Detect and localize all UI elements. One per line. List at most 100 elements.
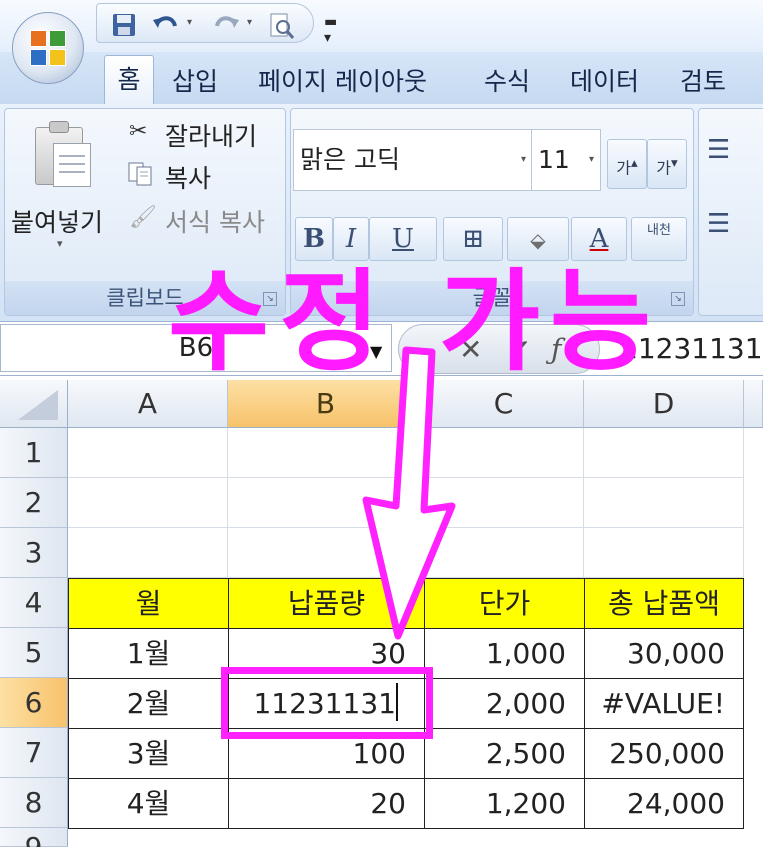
tab-review[interactable]: 검토 xyxy=(680,64,726,104)
customize-qat-icon[interactable]: ▬ ▾ xyxy=(324,14,337,46)
font-name-dropdown-icon: ▾ xyxy=(520,154,526,165)
table-cell[interactable]: 4월 xyxy=(68,778,229,829)
cancel-icon[interactable]: ✕ xyxy=(459,333,482,366)
copy-button[interactable]: 복사 xyxy=(165,159,211,195)
undo-icon[interactable] xyxy=(151,12,179,36)
tab-formulas[interactable]: 수식 xyxy=(484,64,530,104)
italic-button[interactable]: I xyxy=(333,217,369,261)
text-cursor xyxy=(396,683,398,721)
row-header-4[interactable]: 4 xyxy=(0,578,68,628)
insert-function-icon[interactable]: ƒ xyxy=(551,333,561,366)
row-header-3[interactable]: 3 xyxy=(0,528,68,578)
row-header-8[interactable]: 8 xyxy=(0,778,68,828)
table-cell[interactable]: 2,500 xyxy=(424,728,585,779)
column-header-c[interactable]: C xyxy=(424,380,584,428)
cell-d1[interactable] xyxy=(584,428,744,478)
qat-pill: ▾ ▾ xyxy=(96,3,314,43)
paste-dropdown-icon[interactable]: ▾ xyxy=(57,237,63,250)
save-icon[interactable] xyxy=(111,12,137,36)
office-button[interactable] xyxy=(12,12,84,84)
tab-home[interactable]: 홈 xyxy=(104,55,154,104)
clipboard-launcher-icon[interactable]: ↘ xyxy=(263,292,277,306)
underline-button[interactable]: U xyxy=(369,217,437,261)
formula-buttons: ✕ ✔ ƒ xyxy=(398,324,600,374)
font-size-dropdown-icon: ▾ xyxy=(588,154,594,165)
clipboard-group-label: 클립보드 xyxy=(5,281,285,315)
bold-button[interactable]: B xyxy=(295,217,333,261)
font-color-button[interactable]: A xyxy=(571,217,627,261)
paste-button[interactable]: 붙여넣기 xyxy=(11,203,103,239)
cell-d3[interactable] xyxy=(584,528,744,578)
column-header-b[interactable]: B xyxy=(228,380,424,428)
cell-a1[interactable] xyxy=(68,428,228,478)
table-cell[interactable]: 1,200 xyxy=(424,778,585,829)
table-cell[interactable]: 1,000 xyxy=(424,628,585,679)
shrink-font-button[interactable]: 가▾ xyxy=(647,139,687,189)
alignment-group: ☰ ☰ xyxy=(698,108,763,316)
table-cell[interactable]: 2,000 xyxy=(424,678,585,729)
table-cell[interactable]: 30 xyxy=(228,628,425,679)
column-header-e[interactable] xyxy=(744,380,763,428)
table-cell[interactable]: 100 xyxy=(228,728,425,779)
cell-a3[interactable] xyxy=(68,528,228,578)
table-cell[interactable]: 3월 xyxy=(68,728,229,779)
enter-icon[interactable]: ✔ xyxy=(507,333,530,366)
table-cell[interactable]: 250,000 xyxy=(584,728,744,779)
grow-font-label: 가 xyxy=(616,158,632,178)
table-cell[interactable]: 24,000 xyxy=(584,778,744,829)
phonetic-button[interactable]: 내천 xyxy=(631,217,687,261)
column-header-d[interactable]: D xyxy=(584,380,744,428)
cell-b1[interactable] xyxy=(228,428,424,478)
format-painter-button[interactable]: 서식 복사 xyxy=(165,203,265,239)
table-cell[interactable]: 30,000 xyxy=(584,628,744,679)
header-cell-quantity[interactable]: 납품량 xyxy=(228,578,425,629)
print-preview-icon[interactable] xyxy=(267,12,295,39)
cell-c3[interactable] xyxy=(424,528,584,578)
phonetic-label: 내천 xyxy=(647,223,671,238)
header-cell-total[interactable]: 총 납품액 xyxy=(584,578,744,629)
font-name-select[interactable]: 맑은 고딕 ▾ xyxy=(293,129,533,191)
row-header-9[interactable]: 9 xyxy=(0,828,68,847)
cell-b2[interactable] xyxy=(228,478,424,528)
row-header-6[interactable]: 6 xyxy=(0,678,68,728)
name-box-dropdown-icon[interactable]: ▼ xyxy=(370,342,382,361)
row-header-5[interactable]: 5 xyxy=(0,628,68,678)
header-cell-month[interactable]: 월 xyxy=(68,578,229,629)
redo-dropdown-icon[interactable]: ▾ xyxy=(247,17,252,28)
table-cell[interactable]: 1월 xyxy=(68,628,229,679)
formula-input[interactable]: 11231131 xyxy=(604,322,763,376)
name-box[interactable]: B6 xyxy=(0,324,392,372)
paste-icon[interactable] xyxy=(35,121,93,187)
cell-c1[interactable] xyxy=(424,428,584,478)
cut-button[interactable]: 잘라내기 xyxy=(165,117,257,153)
ribbon: 붙여넣기 ▾ ✂ 잘라내기 복사 🖌 서식 복사 클립보드 ↘ 맑은 고딕 ▾ … xyxy=(0,104,763,322)
cell-b3[interactable] xyxy=(228,528,424,578)
fill-color-button[interactable]: ⬙ xyxy=(507,217,569,261)
table-cell[interactable]: 2월 xyxy=(68,678,229,729)
cell-c2[interactable] xyxy=(424,478,584,528)
undo-dropdown-icon[interactable]: ▾ xyxy=(187,17,192,28)
cell-a2[interactable] xyxy=(68,478,228,528)
table-cell[interactable]: #VALUE! xyxy=(584,678,744,729)
redo-icon[interactable] xyxy=(213,12,241,36)
column-header-a[interactable]: A xyxy=(68,380,228,428)
format-painter-icon: 🖌 xyxy=(129,205,157,230)
borders-button[interactable]: ⊞ xyxy=(443,217,503,261)
tab-data[interactable]: 데이터 xyxy=(570,64,639,104)
align-top-icon[interactable]: ☰ xyxy=(707,135,730,165)
row-header-1[interactable]: 1 xyxy=(0,428,68,478)
office-logo-icon xyxy=(30,30,68,68)
tab-insert[interactable]: 삽입 xyxy=(172,64,218,104)
row-header-2[interactable]: 2 xyxy=(0,478,68,528)
font-launcher-icon[interactable]: ↘ xyxy=(671,292,685,306)
tab-page-layout[interactable]: 페이지 레이아웃 xyxy=(258,64,427,104)
table-cell[interactable]: 20 xyxy=(228,778,425,829)
header-cell-unit-price[interactable]: 단가 xyxy=(424,578,585,629)
font-group: 맑은 고딕 ▾ 11 ▾ 가▴ 가▾ B I U ⊞ ⬙ A 내천 글꼴 ↘ xyxy=(290,108,694,316)
font-size-select[interactable]: 11 ▾ xyxy=(531,129,601,191)
grow-font-button[interactable]: 가▴ xyxy=(607,139,647,189)
row-header-7[interactable]: 7 xyxy=(0,728,68,778)
align-left-icon[interactable]: ☰ xyxy=(707,209,730,239)
cell-d2[interactable] xyxy=(584,478,744,528)
select-all-button[interactable] xyxy=(0,380,68,428)
